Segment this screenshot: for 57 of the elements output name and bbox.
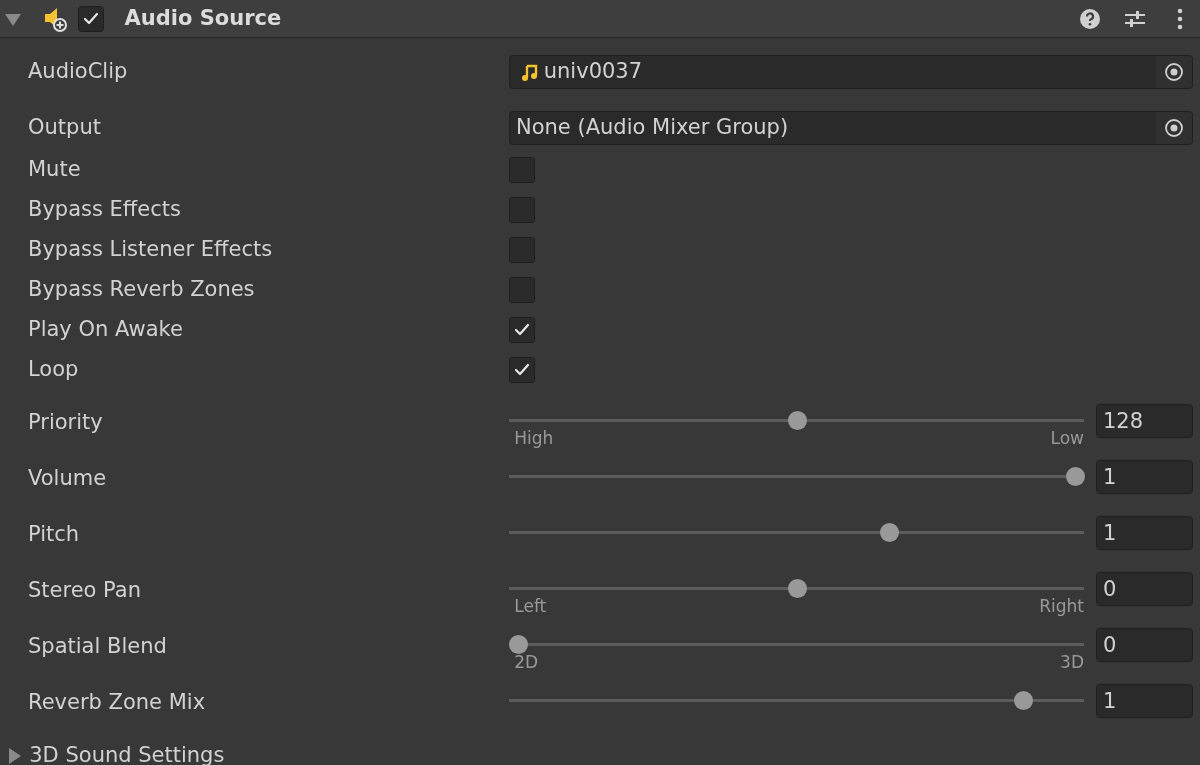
target-icon — [1164, 118, 1184, 138]
checkbox[interactable] — [509, 197, 535, 223]
object-picker-button[interactable] — [1156, 56, 1192, 88]
property-label: Priority — [27, 409, 104, 436]
object-value: None (Audio Mixer Group) — [515, 114, 790, 142]
property-label: Loop — [27, 356, 80, 384]
number-field[interactable]: 1 — [1096, 516, 1193, 550]
property-label: Reverb Zone Mix — [27, 689, 207, 716]
checkbox[interactable] — [509, 357, 535, 383]
slider-thumb[interactable] — [787, 411, 807, 430]
number-field[interactable]: 0 — [1096, 572, 1193, 606]
property-label: Bypass Effects — [27, 196, 182, 224]
enabled-checkbox[interactable] — [77, 5, 104, 32]
speaker-plus-icon — [43, 5, 67, 32]
property-label: AudioClip — [27, 58, 129, 86]
checkbox[interactable] — [509, 277, 535, 303]
slider-max-label: 3D — [1060, 654, 1084, 671]
property-label: Pitch — [27, 521, 81, 548]
slider[interactable] — [509, 579, 1084, 598]
checkbox[interactable] — [509, 317, 535, 343]
object-field[interactable]: None (Audio Mixer Group) — [509, 111, 1193, 145]
checkbox[interactable] — [509, 157, 535, 183]
slider-max-label: Low — [1050, 430, 1084, 447]
property-label: Spatial Blend — [27, 633, 168, 660]
slider[interactable] — [509, 691, 1084, 710]
help-icon[interactable] — [1078, 6, 1102, 31]
property-label: Play On Awake — [27, 316, 184, 344]
object-picker-button[interactable] — [1156, 112, 1192, 144]
checkbox[interactable] — [509, 237, 535, 263]
slider-thumb[interactable] — [1066, 467, 1085, 486]
property-label: Stereo Pan — [27, 577, 142, 604]
component-title: Audio Source — [124, 4, 282, 32]
number-field[interactable]: 1 — [1096, 684, 1193, 718]
slider-thumb[interactable] — [787, 579, 807, 598]
slider-thumb[interactable] — [879, 523, 899, 542]
property-label: Bypass Listener Effects — [27, 236, 274, 264]
property-label: Output — [27, 114, 102, 142]
music-note-icon — [520, 62, 539, 82]
slider[interactable] — [509, 411, 1084, 430]
slider[interactable] — [509, 467, 1084, 486]
slider-min-label: Left — [513, 598, 547, 615]
slider[interactable] — [509, 523, 1084, 542]
property-label: Volume — [27, 465, 108, 492]
slider-min-label: High — [513, 430, 554, 447]
slider-thumb[interactable] — [509, 635, 528, 654]
property-label: Mute — [27, 156, 82, 184]
number-field[interactable]: 0 — [1096, 628, 1193, 662]
object-field[interactable]: univ0037 — [509, 55, 1193, 89]
object-value: univ0037 — [542, 58, 644, 86]
slider-min-label: 2D — [513, 654, 539, 671]
number-field[interactable]: 1 — [1096, 460, 1193, 494]
slider-thumb[interactable] — [1014, 691, 1034, 710]
number-field[interactable]: 128 — [1096, 404, 1193, 438]
property-label: Bypass Reverb Zones — [27, 276, 256, 304]
slider[interactable] — [509, 635, 1084, 654]
slider-max-label: Right — [1039, 598, 1084, 615]
target-icon — [1164, 62, 1184, 82]
